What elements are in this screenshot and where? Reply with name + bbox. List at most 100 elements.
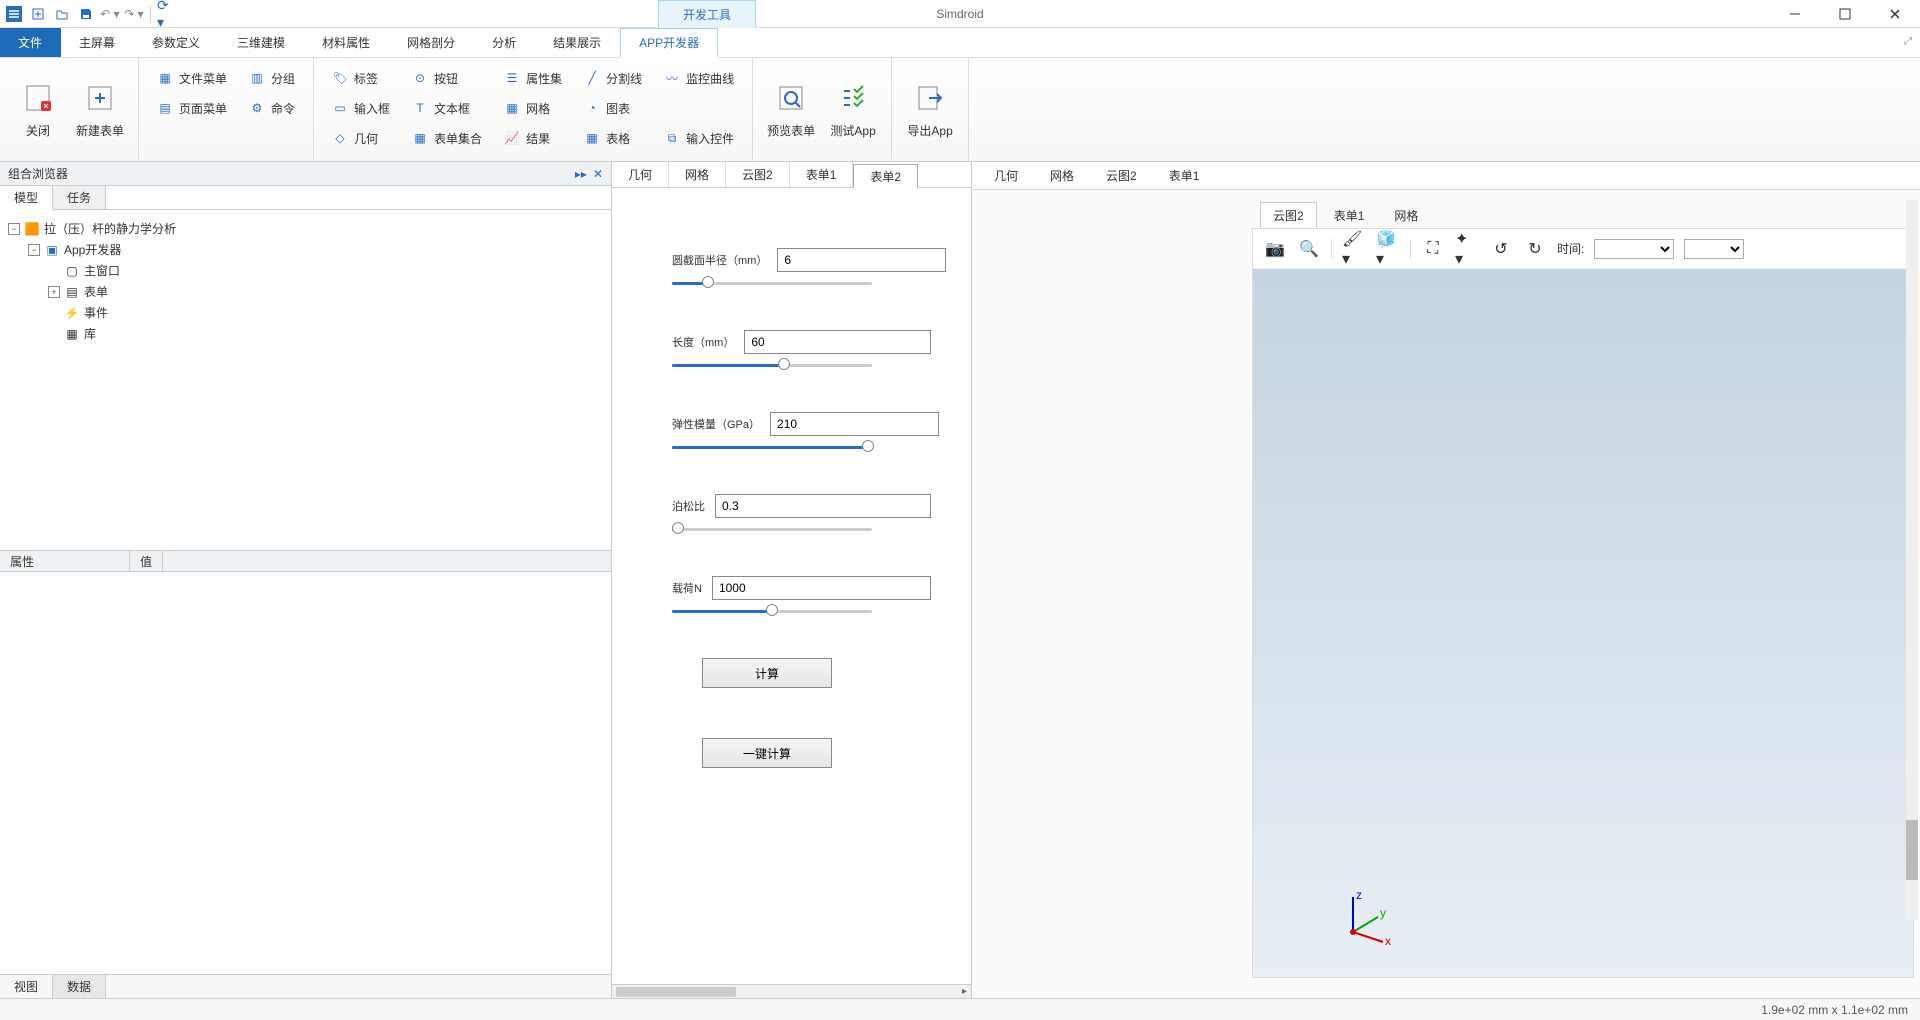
label-button[interactable]: 🏷标签 — [324, 64, 398, 92]
rotate-right-icon[interactable]: ↻ — [1523, 237, 1547, 261]
onekey-calc-button[interactable]: 一键计算 — [702, 738, 832, 768]
tree-library[interactable]: ▦ 库 — [8, 323, 603, 344]
tree-form[interactable]: + ▤ 表单 — [8, 281, 603, 302]
zoom-icon[interactable]: 🔍 — [1297, 237, 1321, 261]
menu-analysis[interactable]: 分析 — [474, 28, 535, 57]
cube-icon[interactable]: 🧊 ▾ — [1376, 237, 1400, 261]
tab-form2[interactable]: 表单2 — [853, 164, 918, 188]
time-select2[interactable] — [1684, 239, 1744, 259]
fit-icon[interactable]: ⛶ — [1421, 237, 1445, 261]
group-button[interactable]: ▥分组 — [241, 64, 303, 92]
chart-button[interactable]: ◔图表 — [576, 94, 650, 122]
field-slider[interactable] — [672, 608, 872, 614]
geometry-button[interactable]: ◇几何 — [324, 124, 398, 152]
rtab-mesh[interactable]: 网格 — [1038, 163, 1086, 188]
page-menu-button[interactable]: ▤页面菜单 — [149, 94, 235, 122]
menu-app-developer[interactable]: APP开发器 — [620, 28, 718, 58]
sub-tab-mesh[interactable]: 网格 — [1381, 202, 1431, 228]
textbox-button[interactable]: T文本框 — [404, 94, 490, 122]
minimize-button[interactable] — [1770, 0, 1820, 28]
tab-data[interactable]: 数据 — [53, 975, 106, 998]
panel-collapse-icon[interactable]: ▸▸ — [575, 167, 587, 181]
file-menu-button[interactable]: ▦文件菜单 — [149, 64, 235, 92]
scroll-thumb[interactable] — [1906, 820, 1918, 880]
scroll-arrow-right-icon[interactable]: ▸ — [962, 986, 967, 997]
tab-mesh[interactable]: 网格 — [669, 162, 726, 187]
menu-modeling[interactable]: 三维建模 — [219, 28, 304, 57]
devtool-context-tab[interactable]: 开发工具 — [658, 0, 756, 28]
menu-mesh[interactable]: 网格剖分 — [389, 28, 474, 57]
ribbon-expand-icon[interactable]: ⤢ — [1904, 36, 1912, 47]
result-button[interactable]: 📈结果 — [496, 124, 570, 152]
axis-icon[interactable]: ✦ ▾ — [1455, 237, 1479, 261]
sub-tab-cloud2[interactable]: 云图2 — [1260, 202, 1317, 228]
input-widget-button[interactable]: ⧉输入控件 — [656, 124, 742, 152]
new-form-button[interactable]: 新建表单 — [72, 64, 128, 154]
field-input[interactable] — [712, 576, 931, 600]
brush-icon[interactable]: 🖌 ▾ — [1342, 237, 1366, 261]
tree-root[interactable]: − 🟧 拉（压）杆的静力学分析 — [8, 218, 603, 239]
formset-button[interactable]: ▦表单集合 — [404, 124, 490, 152]
field-slider[interactable] — [672, 526, 872, 532]
open-icon[interactable] — [52, 4, 72, 24]
preview-form-button[interactable]: 预览表单 — [763, 64, 819, 154]
tree-toggle-icon[interactable]: − — [8, 223, 20, 235]
close-button[interactable]: 关闭 — [10, 64, 66, 154]
table-button[interactable]: ▦表格 — [576, 124, 650, 152]
refresh-icon[interactable]: ⟳ ▾ — [157, 4, 177, 24]
undo-icon[interactable]: ↶ ▾ — [100, 4, 120, 24]
viewport-3d[interactable]: z y x — [1253, 269, 1913, 977]
tab-view[interactable]: 视图 — [0, 975, 53, 998]
tree-main-window[interactable]: ▢ 主窗口 — [8, 260, 603, 281]
menu-params[interactable]: 参数定义 — [134, 28, 219, 57]
tab-cloud2[interactable]: 云图2 — [726, 162, 790, 187]
save-icon[interactable] — [76, 4, 96, 24]
button-widget-button[interactable]: ⊙按钮 — [404, 64, 490, 92]
test-app-button[interactable]: 测试App — [825, 64, 881, 154]
redo-icon[interactable]: ↷ ▾ — [124, 4, 144, 24]
rotate-left-icon[interactable]: ↺ — [1489, 237, 1513, 261]
tab-geometry[interactable]: 几何 — [612, 162, 669, 187]
panel-close-icon[interactable]: ✕ — [593, 167, 603, 181]
tab-model[interactable]: 模型 — [0, 186, 53, 210]
menu-file[interactable]: 文件 — [0, 28, 61, 57]
field-slider[interactable] — [672, 444, 872, 450]
field-input[interactable] — [715, 494, 931, 518]
scroll-thumb[interactable] — [616, 987, 736, 997]
camera-icon[interactable]: 📷 — [1263, 237, 1287, 261]
rtab-geometry[interactable]: 几何 — [982, 163, 1030, 188]
close-button[interactable] — [1870, 0, 1920, 28]
mesh-button[interactable]: ▦网格 — [496, 94, 570, 122]
input-button[interactable]: ▭输入框 — [324, 94, 398, 122]
menu-home[interactable]: 主屏幕 — [61, 28, 134, 57]
vertical-scrollbar[interactable] — [1906, 200, 1918, 920]
field-slider[interactable] — [672, 362, 872, 368]
field-input[interactable] — [777, 248, 946, 272]
menu-results[interactable]: 结果展示 — [535, 28, 620, 57]
menu-material[interactable]: 材料属性 — [304, 28, 389, 57]
new-icon[interactable] — [28, 4, 48, 24]
tree-toggle-icon[interactable]: + — [48, 286, 60, 298]
field-slider[interactable] — [672, 280, 872, 286]
tree-toggle-icon[interactable]: − — [28, 244, 40, 256]
sub-tab-form1[interactable]: 表单1 — [1321, 202, 1378, 228]
tree-event[interactable]: ⚡ 事件 — [8, 302, 603, 323]
tab-task[interactable]: 任务 — [53, 186, 106, 209]
rtab-cloud2[interactable]: 云图2 — [1094, 163, 1149, 188]
monitor-curve-button[interactable]: 〰监控曲线 — [656, 64, 742, 92]
rtab-form1[interactable]: 表单1 — [1157, 163, 1212, 188]
tab-form1[interactable]: 表单1 — [790, 162, 854, 187]
calculate-button[interactable]: 计算 — [702, 658, 832, 688]
propset-button[interactable]: ☰属性集 — [496, 64, 570, 92]
axis-gizmo[interactable]: z y x — [1333, 887, 1393, 947]
app-logo-icon[interactable] — [4, 4, 24, 24]
export-app-button[interactable]: 导出App — [902, 64, 958, 154]
field-input[interactable] — [744, 330, 931, 354]
tree-app-dev[interactable]: − ▣ App开发器 — [8, 239, 603, 260]
field-input[interactable] — [770, 412, 939, 436]
divider-button[interactable]: ╱分割线 — [576, 64, 650, 92]
command-button[interactable]: ⚙命令 — [241, 94, 303, 122]
horizontal-scrollbar[interactable]: ▸ — [612, 984, 971, 998]
time-select[interactable] — [1594, 239, 1674, 259]
maximize-button[interactable] — [1820, 0, 1870, 28]
